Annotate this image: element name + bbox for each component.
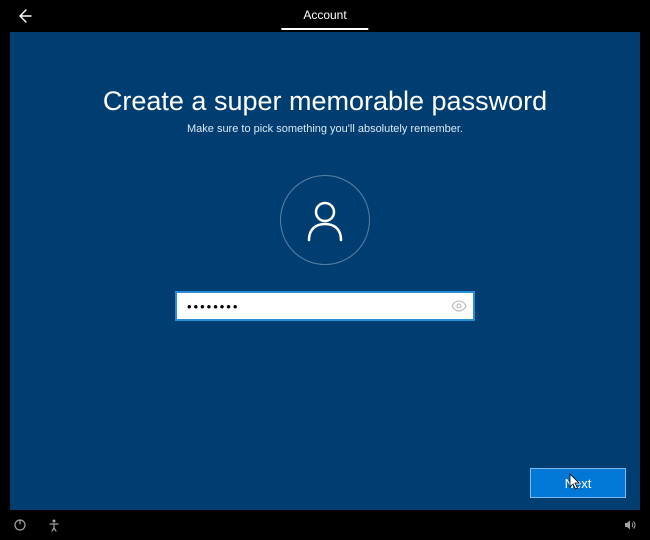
- back-button[interactable]: [8, 0, 40, 32]
- next-button-label: Next: [565, 476, 592, 491]
- bottom-tray: [0, 510, 650, 540]
- password-field-container: [175, 291, 475, 321]
- user-icon: [301, 196, 349, 244]
- page-subtitle: Make sure to pick something you'll absol…: [187, 123, 463, 135]
- accessibility-icon: [47, 518, 61, 532]
- avatar-placeholder: [280, 175, 370, 265]
- next-button[interactable]: Next: [530, 468, 626, 498]
- volume-button[interactable]: [620, 515, 640, 535]
- password-input[interactable]: [177, 299, 445, 314]
- accessibility-button[interactable]: [44, 515, 64, 535]
- tab-account[interactable]: Account: [281, 4, 368, 30]
- power-icon: [13, 518, 27, 532]
- eye-icon: [451, 298, 467, 314]
- tray-left: [10, 515, 64, 535]
- volume-icon: [623, 518, 637, 532]
- reveal-password-button[interactable]: [445, 293, 473, 319]
- setup-panel: Create a super memorable password Make s…: [10, 32, 640, 510]
- back-arrow-icon: [16, 8, 32, 24]
- tray-right: [620, 515, 640, 535]
- page-title: Create a super memorable password: [103, 86, 547, 117]
- tab-strip: Account: [281, 4, 368, 30]
- power-button[interactable]: [10, 515, 30, 535]
- title-bar: Account: [0, 0, 650, 32]
